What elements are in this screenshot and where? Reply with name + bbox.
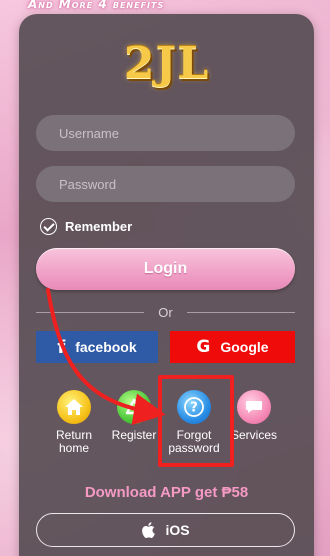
or-divider: Or — [36, 304, 296, 320]
facebook-login-button[interactable]: f facebook — [36, 331, 158, 363]
divider-line-left — [36, 311, 145, 313]
return-home-label: Return home — [55, 428, 93, 455]
home-icon — [57, 390, 91, 424]
username-input[interactable] — [36, 115, 295, 151]
facebook-icon: f — [57, 336, 66, 358]
register-label: Register — [111, 428, 157, 442]
return-home-button[interactable]: Return home — [42, 390, 106, 455]
remember-checkbox[interactable]: Remember — [40, 217, 132, 235]
divider-line-right — [186, 311, 296, 313]
login-card: 2JL Remember Login Or f facebook G Googl… — [19, 14, 314, 556]
google-login-button[interactable]: G Google — [170, 331, 295, 363]
ios-label: iOS — [165, 522, 190, 538]
check-icon[interactable] — [40, 217, 57, 235]
register-icon — [117, 390, 151, 424]
remember-label: Remember — [65, 218, 133, 234]
facebook-label: facebook — [75, 339, 137, 355]
promo-banner: And More 4 benefits — [28, 0, 165, 11]
google-label: Google — [220, 339, 269, 355]
login-button[interactable]: Login — [36, 248, 295, 290]
apple-icon — [142, 522, 156, 538]
forgot-password-highlight — [158, 375, 234, 467]
brand-logo: 2JL — [123, 38, 210, 89]
or-text: Or — [158, 304, 173, 320]
download-app-text: Download APP get ₱58 — [84, 484, 249, 501]
register-button[interactable]: Register — [102, 390, 166, 442]
password-input[interactable] — [36, 166, 295, 202]
google-icon: G — [196, 337, 211, 357]
chat-icon — [237, 390, 271, 424]
ios-download-button[interactable]: iOS — [36, 513, 295, 547]
